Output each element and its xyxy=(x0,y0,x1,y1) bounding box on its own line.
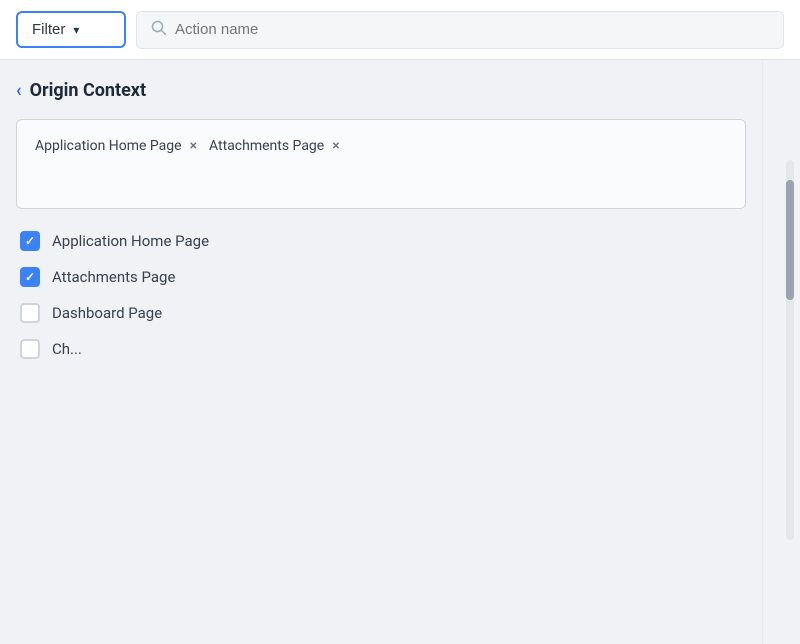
checkbox-ch[interactable] xyxy=(20,339,40,359)
checkbox-dashboard-page[interactable] xyxy=(20,303,40,323)
filter-label: Filter xyxy=(32,21,65,38)
selected-tags-box: Application Home Page × Attachments Page… xyxy=(16,119,746,209)
scrollbar-thumb[interactable] xyxy=(786,180,794,300)
origin-context-header: ‹ Origin Context xyxy=(16,80,746,101)
chevron-down-icon: ▾ xyxy=(73,23,79,37)
checkbox-label-dashboard-page: Dashboard Page xyxy=(52,304,162,322)
tag-attachments-page: Attachments Page × xyxy=(205,132,344,160)
search-icon xyxy=(151,20,167,40)
checkbox-label-ch: Ch... xyxy=(52,340,82,358)
tag-text: Application Home Page xyxy=(35,138,182,154)
checkbox-attachments-page[interactable]: ✓ xyxy=(20,267,40,287)
checkmark-icon: ✓ xyxy=(25,270,35,284)
scrollbar-panel xyxy=(762,60,800,644)
tag-text: Attachments Page xyxy=(209,138,324,154)
checkbox-application-home-page[interactable]: ✓ xyxy=(20,231,40,251)
checkbox-label-attachments-page: Attachments Page xyxy=(52,268,175,286)
list-item[interactable]: ✓ Attachments Page xyxy=(20,267,742,287)
list-item[interactable]: Ch... xyxy=(20,339,742,359)
checkbox-label-application-home-page: Application Home Page xyxy=(52,232,209,250)
search-bar xyxy=(136,11,784,49)
list-item[interactable]: ✓ Application Home Page xyxy=(20,231,742,251)
top-bar: Filter ▾ xyxy=(0,0,800,60)
checkmark-icon: ✓ xyxy=(25,234,35,248)
tag-application-home-page: Application Home Page × xyxy=(31,132,201,160)
filter-button[interactable]: Filter ▾ xyxy=(16,11,126,48)
list-item[interactable]: Dashboard Page xyxy=(20,303,742,323)
back-arrow-icon[interactable]: ‹ xyxy=(16,80,22,101)
scrollbar-track xyxy=(786,160,794,540)
tag-remove-application-home-page[interactable]: × xyxy=(190,138,197,154)
action-name-input[interactable] xyxy=(175,21,769,38)
tag-remove-attachments-page[interactable]: × xyxy=(332,138,339,154)
page-wrapper: Filter ▾ ‹ Origin Context Appl xyxy=(0,0,800,644)
checkbox-list: ✓ Application Home Page ✓ Attachments Pa… xyxy=(16,231,746,359)
origin-context-title: Origin Context xyxy=(30,80,146,101)
